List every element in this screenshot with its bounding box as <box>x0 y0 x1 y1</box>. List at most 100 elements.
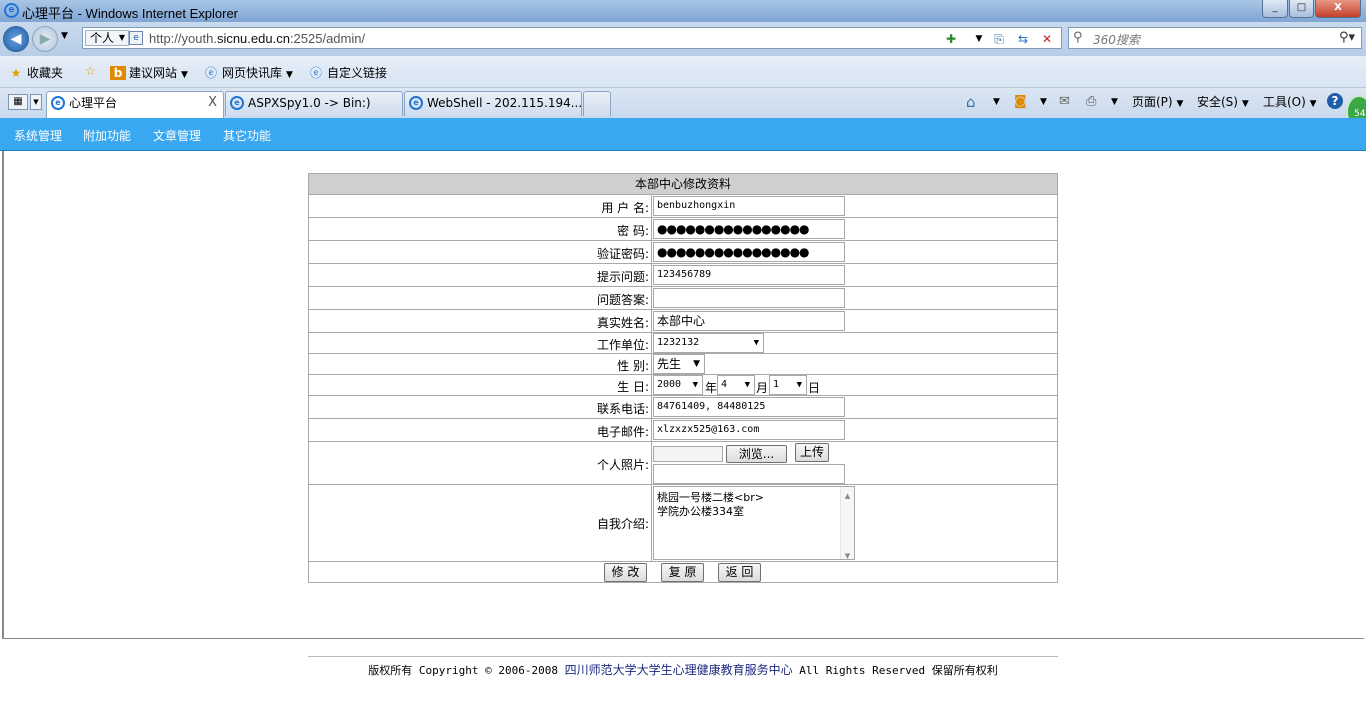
submit-button[interactable]: 修 改 <box>604 563 647 582</box>
favorites-button[interactable]: ★ 收藏夹 <box>8 64 63 81</box>
browse-button[interactable]: 浏览... <box>726 445 787 463</box>
minimize-button[interactable]: _ <box>1262 0 1288 18</box>
compat-view-icon[interactable]: ⎘ <box>991 31 1007 47</box>
upload-button[interactable]: 上传 <box>795 443 829 462</box>
tools-menu-label: 工具(O) <box>1263 95 1306 109</box>
chevron-down-icon: ▼ <box>181 70 188 80</box>
nav-system-management[interactable]: 系统管理 <box>14 127 62 144</box>
file-path-field[interactable] <box>653 446 723 462</box>
nav-addons[interactable]: 附加功能 <box>83 127 131 144</box>
real-name-field[interactable]: 本部中心 <box>653 311 845 331</box>
year-unit: 年 <box>705 381 718 395</box>
footer-org-link[interactable]: 四川师范大学大学生心理健康教育服务中心 <box>565 663 793 677</box>
quick-tabs-icon[interactable]: ▦ <box>8 94 28 110</box>
birth-year-select[interactable]: 2000 ▼ <box>653 375 703 395</box>
nav-article-management[interactable]: 文章管理 <box>153 127 201 144</box>
maximize-button[interactable]: □ <box>1289 0 1314 18</box>
search-go-icon[interactable]: ⚲▾ <box>1339 30 1355 45</box>
url-suffix: :2525/admin/ <box>289 31 366 46</box>
fav-custom-links[interactable]: ⓔ 自定义链接 <box>308 64 387 81</box>
new-tab-button[interactable] <box>583 91 611 116</box>
star-icon: ★ <box>10 66 22 80</box>
window-title: 心理平台 - Windows Internet Explorer <box>22 6 239 21</box>
back-link-button[interactable]: 返 回 <box>718 563 761 582</box>
form-title: 本部中心修改资料 <box>309 174 1057 194</box>
gender-value: 先生 <box>657 357 682 371</box>
row-actions: 修 改 复 原 返 回 <box>309 561 1057 583</box>
cell-separator <box>651 264 652 286</box>
chevron-down-icon: ▼ <box>1241 99 1249 109</box>
row-work-unit: 工作单位: 1232132 ▼ <box>309 332 1057 353</box>
tab-xinli-platform[interactable]: e 心理平台 X <box>46 91 224 118</box>
address-field[interactable]: 个人 ▼ e http://youth.sicnu.edu.cn:2525/adm… <box>82 27 1062 49</box>
username-field[interactable]: benbuzhongxin <box>653 196 845 216</box>
email-field[interactable]: xlzxzx525@163.com <box>653 420 845 440</box>
hint-question-label: 提示问题: <box>596 270 649 284</box>
hint-question-field[interactable]: 123456789 <box>653 265 845 285</box>
chevron-down-icon: ▼ <box>693 359 700 369</box>
birth-day-select[interactable]: 1 ▼ <box>769 375 807 395</box>
birth-year-value: 2000 <box>657 379 682 390</box>
hint-answer-field[interactable] <box>653 288 845 308</box>
safety-menu[interactable]: 安全(S) ▼ <box>1197 93 1249 113</box>
history-dropdown-icon[interactable]: ▼ <box>61 31 68 41</box>
chevron-down-icon[interactable]: ▼ <box>1040 93 1047 111</box>
phone-field[interactable]: 84761409, 84480125 <box>653 397 845 417</box>
forward-button[interactable]: ▶ <box>32 26 58 52</box>
photo-path-field[interactable] <box>653 464 845 484</box>
window-titlebar: e 心理平台 - Windows Internet Explorer _ □ X <box>0 0 1366 22</box>
row-hint-question: 提示问题: 123456789 <box>309 263 1057 286</box>
birth-month-value: 4 <box>721 379 728 390</box>
page-icon: e <box>129 31 143 45</box>
close-tab-icon[interactable]: X <box>208 92 217 114</box>
tab-label: WebShell - 202.115.194.... <box>427 96 582 110</box>
fav-webslice-gallery[interactable]: ⓔ 网页快讯库 ▼ <box>203 64 293 81</box>
help-icon[interactable]: ? <box>1327 93 1343 109</box>
tab-aspxspy[interactable]: e ASPXSpy1.0 -> Bin:) <box>225 91 403 116</box>
zone-selector[interactable]: 个人 ▼ <box>85 30 130 46</box>
back-button[interactable]: ◀ <box>3 26 29 52</box>
tab-webshell[interactable]: e WebShell - 202.115.194.... <box>404 91 582 116</box>
scroll-up-icon[interactable]: ▲ <box>841 489 854 503</box>
url-text[interactable]: http://youth.sicnu.edu.cn:2525/admin/ <box>149 31 365 46</box>
chevron-down-icon: ▼ <box>753 338 759 348</box>
search-field[interactable]: ⚲ 360搜索 ⚲▾ <box>1068 27 1362 49</box>
reset-button[interactable]: 复 原 <box>661 563 704 582</box>
cell-separator <box>651 442 652 484</box>
textarea-scrollbar[interactable]: ▲ ▼ <box>840 487 854 560</box>
chevron-down-icon[interactable]: ▼ <box>971 31 987 47</box>
chevron-down-icon[interactable]: ▼ <box>993 93 1000 111</box>
intro-line-2: 学院办公楼334室 <box>657 505 744 518</box>
add-favorite-icon[interactable]: ☆ <box>85 64 96 78</box>
profile-edit-form: 本部中心修改资料 用 户 名: benbuzhongxin 密 码: ●●●●●… <box>308 173 1058 583</box>
page-menu[interactable]: 页面(P) ▼ <box>1132 93 1183 113</box>
chevron-down-icon[interactable]: ▼ <box>1111 93 1118 111</box>
password-field[interactable]: ●●●●●●●●●●●●●●●● <box>653 219 845 239</box>
close-window-button[interactable]: X <box>1315 0 1361 18</box>
work-unit-select[interactable]: 1232132 ▼ <box>653 333 764 353</box>
cell-separator <box>651 354 652 374</box>
confirm-password-field[interactable]: ●●●●●●●●●●●●●●●● <box>653 242 845 262</box>
stop-icon[interactable]: ✕ <box>1039 31 1055 47</box>
row-hint-answer: 问题答案: <box>309 286 1057 309</box>
rss-feed-icon[interactable]: ◙ <box>1014 93 1027 111</box>
nav-other-functions[interactable]: 其它功能 <box>223 127 271 144</box>
chevron-down-icon: ▼ <box>796 380 802 390</box>
hint-answer-label: 问题答案: <box>596 293 649 307</box>
gender-select[interactable]: 先生 ▼ <box>653 354 705 374</box>
tools-menu[interactable]: 工具(O) ▼ <box>1263 93 1317 113</box>
birth-month-select[interactable]: 4 ▼ <box>717 375 755 395</box>
mail-icon[interactable]: ✉ <box>1059 93 1070 111</box>
fav-suggested-sites[interactable]: b 建议网站 ▼ <box>110 64 188 81</box>
refresh-icon[interactable]: ⇆ <box>1015 31 1031 47</box>
ie-page-icon: ⓔ <box>309 66 322 80</box>
row-phone: 联系电话: 84761409, 84480125 <box>309 395 1057 418</box>
self-intro-textarea[interactable]: 桃园一号楼二楼<br> 学院办公楼334室 ▲ ▼ <box>653 486 855 560</box>
home-icon[interactable]: ⌂ <box>966 93 976 111</box>
print-icon[interactable]: ⎙ <box>1086 93 1096 111</box>
safety-menu-label: 安全(S) <box>1197 95 1238 109</box>
cell-separator <box>651 485 652 561</box>
chevron-down-icon: ▼ <box>744 380 750 390</box>
compat-icon[interactable]: ✚ <box>943 31 959 47</box>
tab-list-dropdown-icon[interactable]: ▼ <box>30 94 42 110</box>
